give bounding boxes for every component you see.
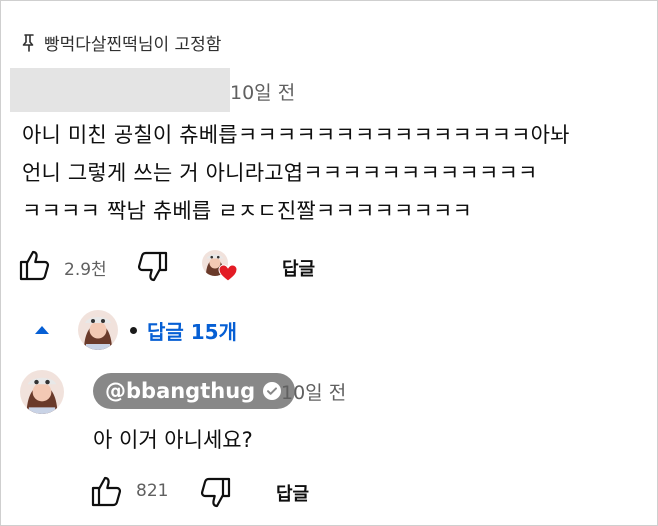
comment-line: ㅋㅋㅋㅋ 짝남 츄베릅 ㄹㅈㄷ진짤ㅋㅋㅋㅋㅋㅋㅋㅋ: [22, 199, 473, 223]
pin-icon: [22, 33, 36, 52]
comment-timestamp: 10일 전: [230, 82, 296, 104]
reply-timestamp: 10일 전: [281, 382, 347, 404]
reply-like-count: 821: [136, 481, 169, 501]
thumbs-down-icon: [135, 250, 169, 288]
check-icon: [263, 382, 282, 400]
reply-like-button[interactable]: [90, 474, 124, 512]
avatar: [78, 310, 118, 350]
like-button[interactable]: [18, 248, 52, 286]
heart-icon: [218, 264, 238, 286]
reply-avatar[interactable]: [20, 370, 64, 414]
dislike-button[interactable]: [135, 250, 169, 288]
reply-text: 아 이거 아니세요?: [93, 428, 253, 452]
reply-author: @bbangthug: [105, 379, 256, 403]
chevron-up-icon: [32, 320, 52, 340]
comment-text: 아니 미친 공칠이 츄베릅ㅋㅋㅋㅋㅋㅋㅋㅋㅋㅋㅋㅋㅋㅋㅋ아놔 언니 그렇게 쓰는…: [22, 116, 642, 230]
pinned-label: 빵먹다살찐떡님이 고정함: [44, 35, 222, 55]
thumbs-down-icon: [198, 476, 232, 514]
author-badge[interactable]: @bbangthug: [93, 373, 296, 409]
thumbs-up-icon: [90, 474, 124, 512]
thumbs-up-icon: [18, 248, 52, 286]
replies-count-link[interactable]: 답글 15개: [147, 316, 237, 345]
comment-line: 언니 그렇게 쓰는 거 아니라고엽ㅋㅋㅋㅋㅋㅋㅋㅋㅋㅋㅋㅋ: [22, 161, 538, 185]
comment-line: 아니 미친 공칠이 츄베릅ㅋㅋㅋㅋㅋㅋㅋㅋㅋㅋㅋㅋㅋㅋㅋ아놔: [22, 123, 570, 147]
like-count: 2.9천: [64, 260, 107, 280]
replies-toggle[interactable]: 답글 15개: [32, 310, 237, 350]
separator-dot: [130, 326, 137, 334]
pinned-label-row: 빵먹다살찐떡님이 고정함: [22, 30, 221, 55]
commenter-name-redacted: [10, 68, 230, 112]
creator-heart-badge: [202, 250, 238, 284]
reply-reply-button[interactable]: 답글: [276, 480, 309, 506]
reply-button[interactable]: 답글: [282, 255, 315, 281]
reply-dislike-button[interactable]: [198, 476, 232, 514]
